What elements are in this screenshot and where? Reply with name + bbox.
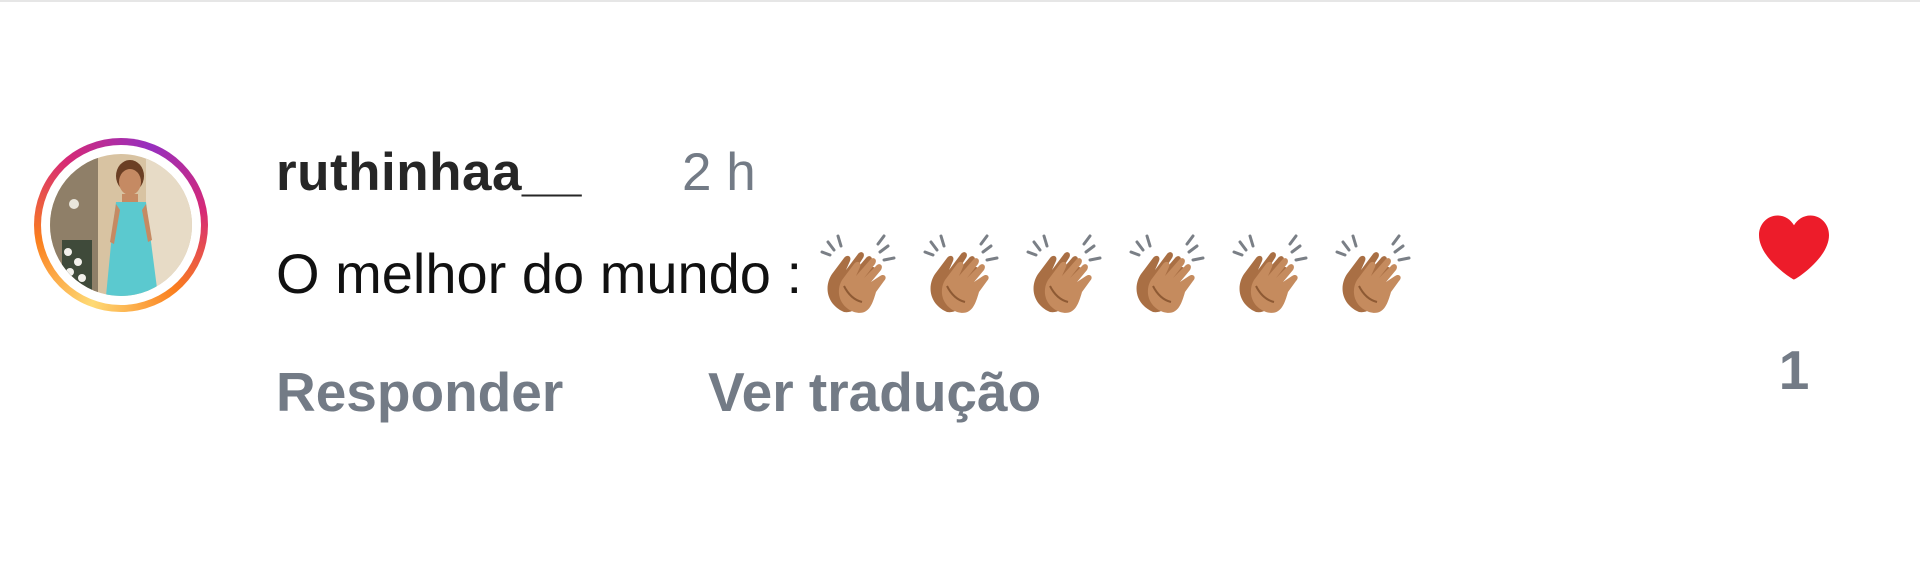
reply-button[interactable]: Responder [276, 360, 563, 424]
heart-icon [1759, 215, 1829, 280]
comment-timestamp: 2 h [682, 143, 756, 202]
avatar[interactable] [50, 154, 192, 296]
story-ring[interactable] [34, 138, 208, 312]
comment-body: O melhor do mundo : [276, 228, 1432, 318]
like-count: 1 [1778, 339, 1810, 401]
translate-button[interactable]: Ver tradução [708, 360, 1041, 424]
avatar-photo [50, 154, 192, 296]
comment-username[interactable]: ruthinhaa__ [276, 142, 582, 203]
clapping-hands-icon [1232, 234, 1308, 313]
clapping-hands-icon [1129, 234, 1205, 313]
clapping-hands-icon [820, 234, 896, 313]
clapping-hands-icon [1026, 234, 1102, 313]
clapping-hands-icon [1335, 234, 1411, 313]
clapping-hands-icon [923, 234, 999, 313]
comment-item: ruthinhaa__ 2 h O melhor do mundo : Resp… [0, 0, 1920, 561]
comment-text: O melhor do mundo : [276, 241, 803, 305]
emoji-group [814, 228, 1432, 318]
like-button[interactable] [1752, 205, 1836, 289]
